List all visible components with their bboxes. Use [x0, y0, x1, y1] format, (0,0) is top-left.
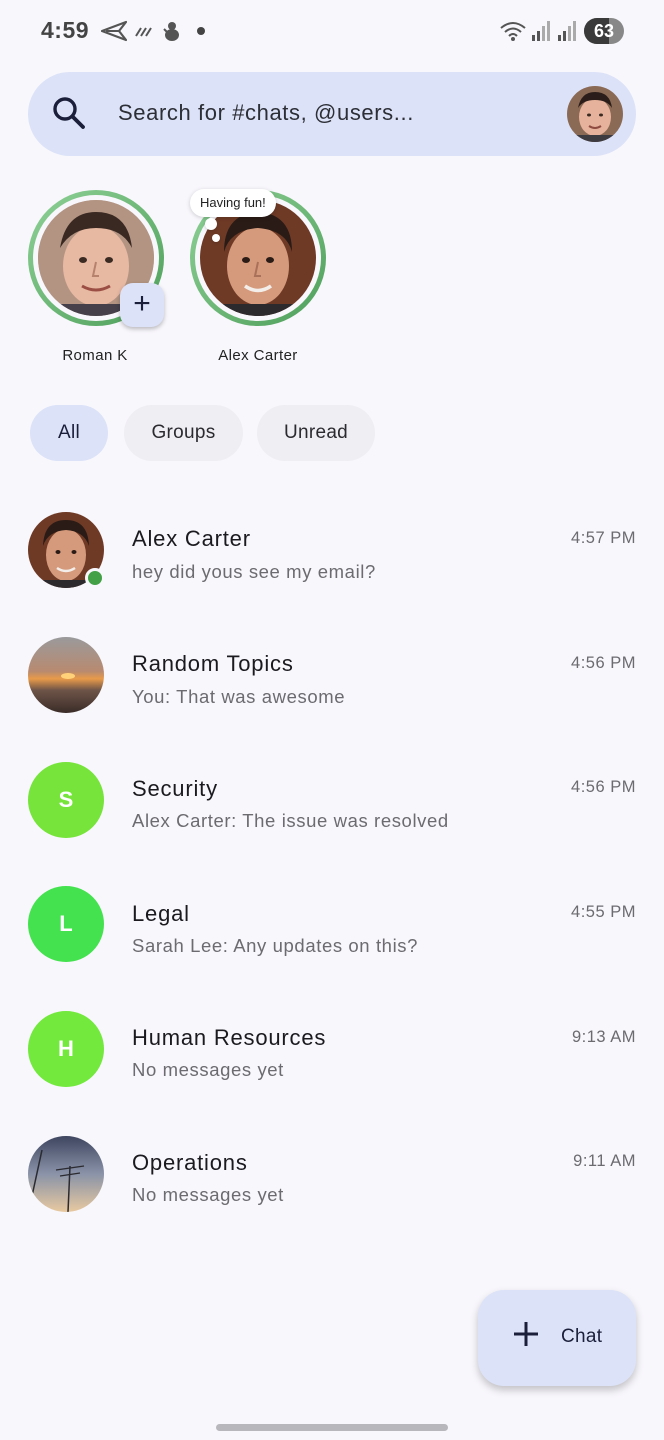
chat-list-screen: 4:59 63 Search for #chats, @users... + R…	[0, 0, 664, 1440]
status-time: 4:59	[41, 17, 90, 43]
chat-time: 9:11 AM	[573, 1152, 636, 1170]
new-chat-button[interactable]: Chat	[478, 1290, 636, 1386]
chat-avatar-legal: L	[28, 886, 104, 962]
chat-time: 4:55 PM	[571, 903, 636, 921]
battery-percent: 63	[593, 21, 615, 41]
wifi-icon	[500, 22, 526, 41]
story-name-alex-carter: Alex Carter	[218, 347, 298, 364]
chat-preview: hey did yous see my email?	[132, 561, 376, 582]
plus-icon	[514, 1322, 538, 1346]
story-name-roman-k: Roman K	[62, 347, 128, 364]
add-story-button[interactable]: +	[120, 283, 164, 327]
chat-preview: Alex Carter: The issue was resolved	[132, 810, 449, 831]
filter-chip-all[interactable]: All	[30, 405, 108, 461]
chat-preview: You: That was awesome	[132, 686, 346, 707]
chat-avatar-operations	[28, 1136, 104, 1212]
chat-preview: No messages yet	[132, 1059, 284, 1080]
profile-avatar[interactable]	[567, 86, 623, 142]
data-saver-icon	[135, 27, 152, 37]
chat-time: 4:56 PM	[571, 654, 636, 672]
thought-bubble-dot	[212, 234, 220, 242]
chat-name: Random Topics	[132, 651, 294, 676]
story-status-bubble: Having fun!	[190, 189, 276, 217]
story-photo-alex-carter	[200, 200, 316, 316]
chat-time: 4:57 PM	[571, 529, 636, 547]
signal-icon	[558, 21, 576, 41]
chat-time: 4:56 PM	[571, 778, 636, 796]
bug-icon	[163, 22, 179, 41]
chat-name: Security	[132, 776, 218, 801]
chat-preview: Sarah Lee: Any updates on this?	[132, 935, 419, 956]
send-icon	[101, 20, 127, 42]
battery-icon: 63	[584, 18, 624, 44]
search-input[interactable]: Search for #chats, @users...	[118, 100, 414, 126]
filter-chip-unread[interactable]: Unread	[257, 405, 375, 461]
chat-preview: No messages yet	[132, 1184, 284, 1205]
chat-name: Operations	[132, 1150, 248, 1175]
plus-icon: +	[133, 287, 151, 320]
chat-avatar-security: S	[28, 762, 104, 838]
profile-photo	[567, 86, 623, 142]
chat-name: Alex Carter	[132, 526, 251, 551]
chat-name: Human Resources	[132, 1025, 327, 1050]
search-icon[interactable]	[52, 96, 86, 130]
notification-dot-icon	[197, 27, 205, 35]
chat-time: 9:13 AM	[571, 1028, 636, 1046]
status-bar: 4:59 63	[0, 0, 664, 62]
avatar-photo-antenna	[28, 1136, 104, 1212]
online-status-indicator	[85, 568, 105, 588]
signal-icon	[532, 21, 550, 41]
chat-name: Legal	[132, 901, 190, 926]
avatar-photo-sunset	[28, 637, 104, 713]
home-indicator[interactable]	[216, 1424, 448, 1431]
new-chat-label: Chat	[561, 1326, 603, 1347]
filter-chip-groups[interactable]: Groups	[124, 405, 243, 461]
chat-avatar-human-resources: H	[28, 1011, 104, 1087]
chat-avatar-random-topics	[28, 637, 104, 713]
thought-bubble-dot	[205, 218, 217, 230]
